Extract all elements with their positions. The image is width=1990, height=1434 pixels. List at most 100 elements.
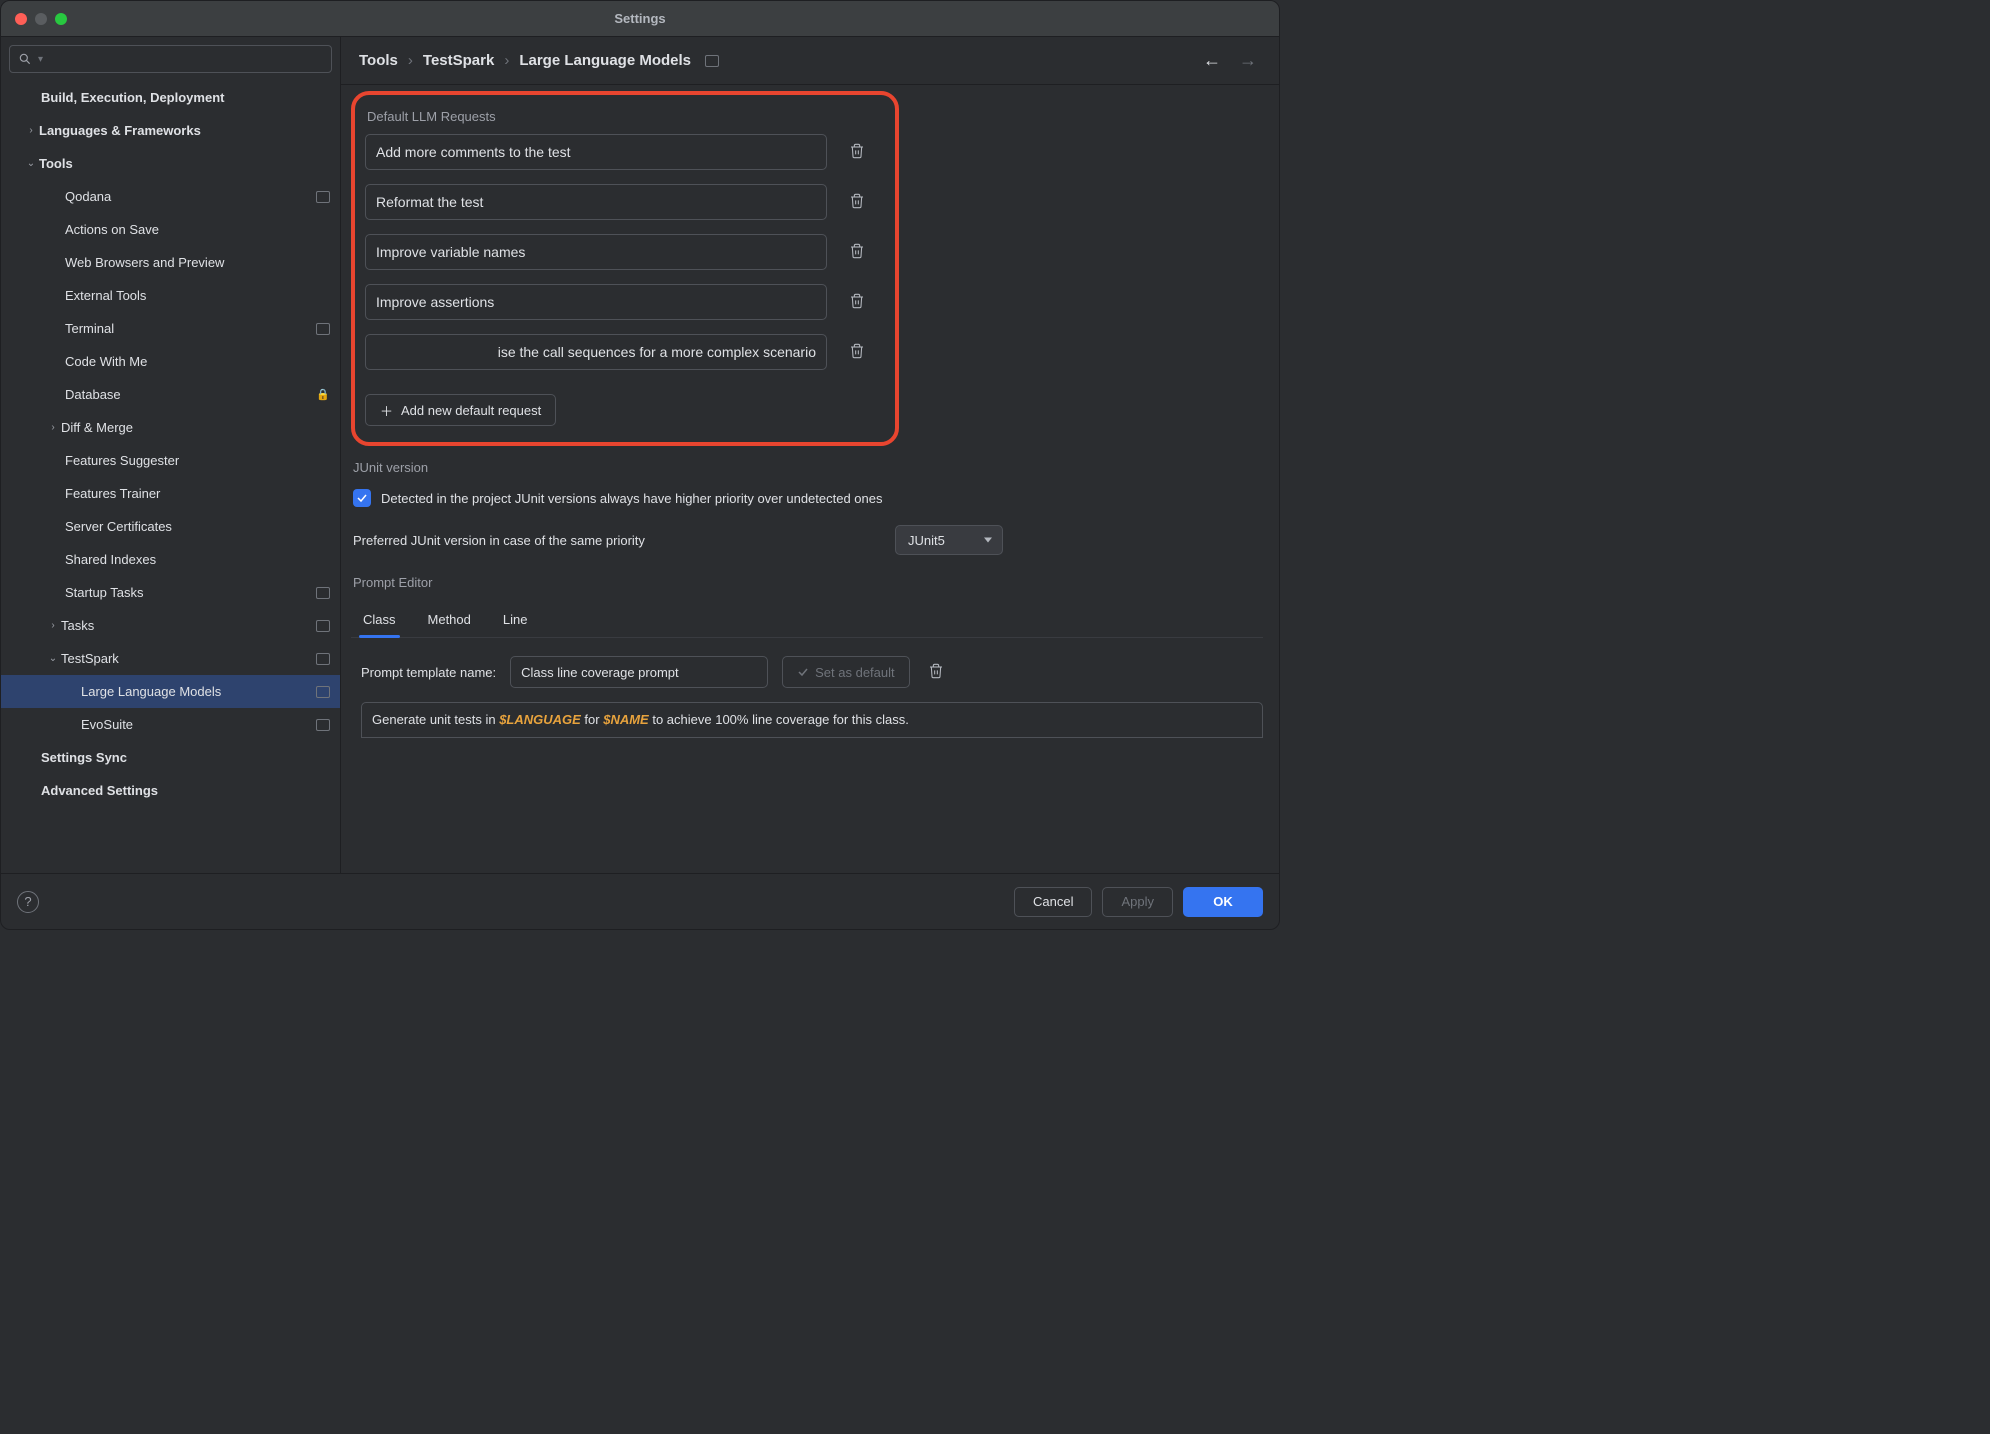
llm-request-input[interactable] <box>365 234 827 270</box>
prompt-template-text[interactable]: Generate unit tests in $LANGUAGE for $NA… <box>361 702 1263 738</box>
chevron-right-icon: › <box>504 52 509 69</box>
tab-method[interactable]: Method <box>426 604 473 637</box>
delete-request-button[interactable] <box>845 289 869 316</box>
junit-priority-checkbox-row[interactable]: Detected in the project JUnit versions a… <box>351 489 1263 507</box>
trash-icon <box>849 193 865 209</box>
set-default-button[interactable]: Set as default <box>782 656 910 688</box>
llm-request-input[interactable] <box>365 134 827 170</box>
minimize-window-icon[interactable] <box>35 13 47 25</box>
llm-request-input[interactable] <box>365 334 827 370</box>
scope-badge-icon <box>316 587 330 599</box>
sidebar-item-label: Large Language Models <box>81 684 316 699</box>
sidebar-item-settings-sync[interactable]: Settings Sync <box>1 741 340 774</box>
sidebar-item-database[interactable]: Database🔒 <box>1 378 340 411</box>
breadcrumb-item[interactable]: Large Language Models <box>519 52 691 69</box>
select-value: JUnit5 <box>908 533 945 548</box>
sidebar-item-actions-on-save[interactable]: Actions on Save <box>1 213 340 246</box>
sidebar-item-terminal[interactable]: Terminal <box>1 312 340 345</box>
delete-request-button[interactable] <box>845 139 869 166</box>
close-window-icon[interactable] <box>15 13 27 25</box>
zoom-window-icon[interactable] <box>55 13 67 25</box>
sidebar-item-languages-frameworks[interactable]: ›Languages & Frameworks <box>1 114 340 147</box>
sidebar-item-testspark[interactable]: ⌄TestSpark <box>1 642 340 675</box>
delete-request-button[interactable] <box>845 189 869 216</box>
cancel-button[interactable]: Cancel <box>1014 887 1092 917</box>
sidebar-item-large-language-models[interactable]: Large Language Models <box>1 675 340 708</box>
sidebar-item-diff-merge[interactable]: ›Diff & Merge <box>1 411 340 444</box>
settings-tree[interactable]: Build, Execution, Deployment ›Languages &… <box>1 79 340 873</box>
scope-badge-icon <box>316 719 330 731</box>
add-default-request-button[interactable]: ＋ Add new default request <box>365 394 556 426</box>
sidebar-item-shared-indexes[interactable]: Shared Indexes <box>1 543 340 576</box>
delete-request-button[interactable] <box>845 339 869 366</box>
back-button[interactable]: ← <box>1199 50 1225 71</box>
breadcrumb-item[interactable]: Tools <box>359 52 398 69</box>
sidebar-item-label: Shared Indexes <box>65 552 330 567</box>
check-icon <box>797 666 809 678</box>
sidebar-item-evosuite[interactable]: EvoSuite <box>1 708 340 741</box>
sidebar-item-external-tools[interactable]: External Tools <box>1 279 340 312</box>
chevron-icon[interactable]: ⌄ <box>23 158 39 169</box>
llm-request-row <box>365 334 885 370</box>
content: Default LLM Requests ＋ Add new default r… <box>341 85 1279 873</box>
prompt-name-input[interactable] <box>510 656 768 688</box>
preferred-junit-select[interactable]: JUnit5 <box>895 525 1003 555</box>
sidebar-item-tools[interactable]: ⌄Tools <box>1 147 340 180</box>
sidebar-item-label: Tools <box>39 156 330 171</box>
set-default-label: Set as default <box>815 665 895 680</box>
ok-button[interactable]: OK <box>1183 887 1263 917</box>
sidebar-item-startup-tasks[interactable]: Startup Tasks <box>1 576 340 609</box>
sidebar-item-qodana[interactable]: Qodana <box>1 180 340 213</box>
sidebar-item-features-trainer[interactable]: Features Trainer <box>1 477 340 510</box>
preferred-junit-label: Preferred JUnit version in case of the s… <box>353 533 645 548</box>
sidebar-item-tasks[interactable]: ›Tasks <box>1 609 340 642</box>
sidebar-item-advanced-settings[interactable]: Advanced Settings <box>1 774 340 807</box>
llm-request-input[interactable] <box>365 284 827 320</box>
llm-request-row <box>365 234 885 270</box>
sidebar-item-server-certificates[interactable]: Server Certificates <box>1 510 340 543</box>
sidebar-item-code-with-me[interactable]: Code With Me <box>1 345 340 378</box>
sidebar-item-label: Web Browsers and Preview <box>65 255 330 270</box>
section-title: Default LLM Requests <box>365 103 885 134</box>
tab-class[interactable]: Class <box>361 604 398 637</box>
checkbox-checked-icon[interactable] <box>353 489 371 507</box>
trash-icon <box>849 143 865 159</box>
delete-prompt-button[interactable] <box>924 659 948 686</box>
sidebar-item-label: Actions on Save <box>65 222 330 237</box>
sidebar-item-build-execution-deployment[interactable]: Build, Execution, Deployment <box>1 81 340 114</box>
sidebar-item-label: External Tools <box>65 288 330 303</box>
sidebar-item-label: Tasks <box>61 618 316 633</box>
scope-badge-icon <box>316 653 330 665</box>
sidebar-item-label: Terminal <box>65 321 316 336</box>
chevron-icon[interactable]: ⌄ <box>45 653 61 664</box>
trash-icon <box>849 343 865 359</box>
sidebar-item-label: Settings Sync <box>41 750 330 765</box>
sidebar-item-web-browsers-and-preview[interactable]: Web Browsers and Preview <box>1 246 340 279</box>
search-input[interactable]: ▾ <box>9 45 332 73</box>
default-llm-requests-section: Default LLM Requests ＋ Add new default r… <box>351 91 899 446</box>
help-button[interactable]: ? <box>17 891 39 913</box>
prompt-name-row: Prompt template name: Set as default <box>351 656 1263 688</box>
scope-badge-icon <box>316 191 330 203</box>
window-title: Settings <box>614 11 665 26</box>
delete-request-button[interactable] <box>845 239 869 266</box>
prompt-editor-title: Prompt Editor <box>353 575 1263 590</box>
sidebar-item-label: Build, Execution, Deployment <box>41 90 330 105</box>
scope-badge-icon <box>316 323 330 335</box>
tab-line[interactable]: Line <box>501 604 530 637</box>
sidebar-item-label: Server Certificates <box>65 519 330 534</box>
chevron-icon[interactable]: › <box>45 620 61 631</box>
question-icon: ? <box>24 894 31 909</box>
llm-request-input[interactable] <box>365 184 827 220</box>
sidebar-item-label: Startup Tasks <box>65 585 316 600</box>
breadcrumb-item[interactable]: TestSpark <box>423 52 494 69</box>
settings-window: Settings ▾ Build, Execution, Deployment ›… <box>0 0 1280 930</box>
plus-icon: ＋ <box>380 401 393 420</box>
chevron-icon[interactable]: › <box>23 125 39 136</box>
body: ▾ Build, Execution, Deployment ›Languages… <box>1 37 1279 873</box>
sidebar-item-features-suggester[interactable]: Features Suggester <box>1 444 340 477</box>
chevron-icon[interactable]: › <box>45 422 61 433</box>
llm-request-row <box>365 134 885 170</box>
chevron-right-icon: › <box>408 52 413 69</box>
sidebar-item-label: Features Trainer <box>65 486 330 501</box>
